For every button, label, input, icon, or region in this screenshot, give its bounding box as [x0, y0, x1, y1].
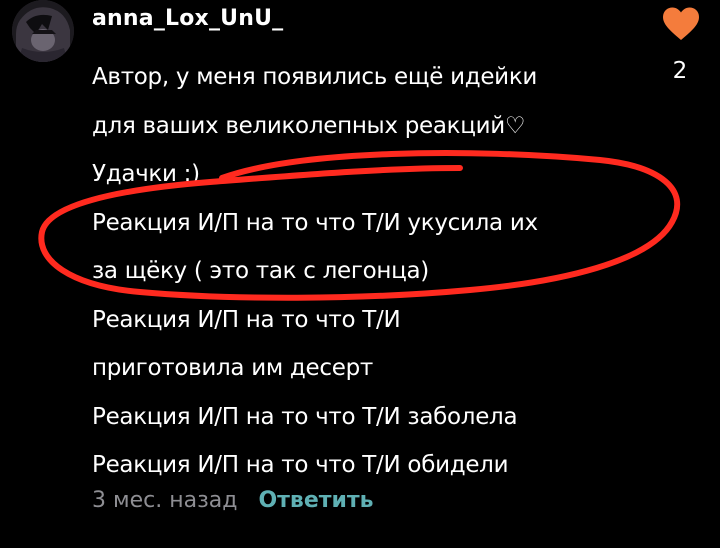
comment-item: anna_Lox_UnU_ 2 Автор, у меня появились … — [0, 0, 720, 548]
comment-line: Реакция И/П на то что Т/И обидели — [92, 452, 509, 478]
timestamp: 3 мес. назад — [92, 488, 238, 513]
heart-icon[interactable] — [661, 6, 701, 42]
like-count: 2 — [672, 58, 688, 84]
comment-line: Автор, у меня появились ещё идейки — [92, 64, 538, 90]
avatar-image — [12, 0, 74, 62]
comment-line: Реакция И/П на то что Т/И заболела — [92, 403, 518, 430]
avatar[interactable] — [12, 0, 74, 62]
comment-line: для ваших великолепных реакций♡ — [92, 112, 526, 139]
comment-line: приготовила им десерт — [92, 355, 373, 381]
comment-line: за щёку ( это так с легонца) — [92, 258, 429, 284]
comment-text: Автор, у меня появились ещё идейки для в… — [92, 53, 652, 490]
comment-line: Удачки :) — [92, 161, 200, 187]
username[interactable]: anna_Lox_UnU_ — [92, 4, 283, 34]
comment-line: Реакция И/П на то что Т/И укусила их — [92, 209, 538, 236]
comment-footer: 3 мес. назад Ответить — [92, 485, 374, 517]
reply-button[interactable]: Ответить — [258, 488, 373, 513]
comment-line: Реакция И/П на то что Т/И — [92, 306, 401, 333]
